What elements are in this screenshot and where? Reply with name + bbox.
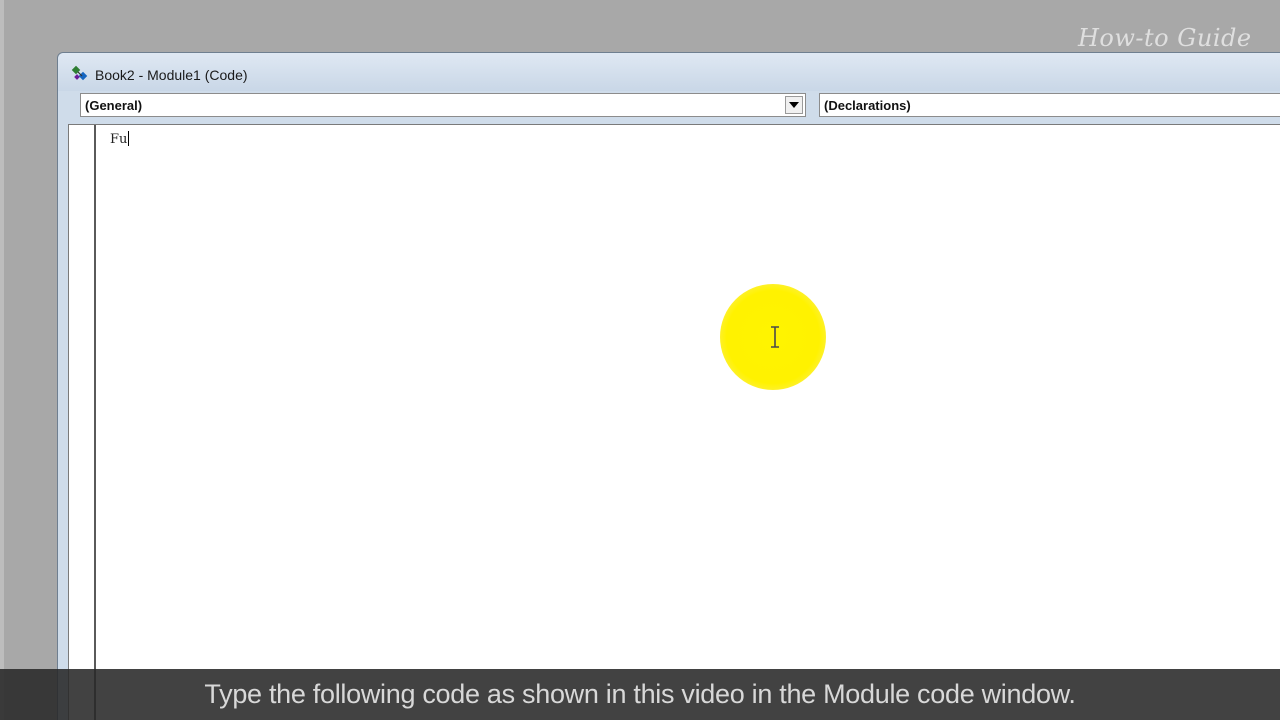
watermark: How-to Guide	[1078, 24, 1252, 52]
procedure-dropdown-value: (Declarations)	[824, 98, 911, 113]
procedure-dropdown[interactable]: (Declarations)	[819, 93, 1280, 117]
margin-indicator-bar[interactable]	[69, 125, 96, 720]
i-beam-cursor-icon	[771, 326, 779, 348]
window-titlebar[interactable]: Book2 - Module1 (Code)	[58, 53, 1280, 91]
object-dropdown[interactable]: (General)	[80, 93, 806, 117]
code-editor[interactable]: Fu	[68, 124, 1280, 720]
window-title: Book2 - Module1 (Code)	[95, 67, 248, 83]
screen: How-to Guide Book2 - Module1 (Code) (Gen…	[0, 0, 1280, 720]
code-line[interactable]: Fu	[110, 131, 130, 147]
desktop-edge	[0, 0, 4, 720]
caption-bar: Type the following code as shown in this…	[0, 669, 1280, 720]
text-caret	[128, 131, 130, 146]
caption-text: Type the following code as shown in this…	[204, 679, 1076, 709]
code-line-text: Fu	[110, 132, 128, 147]
vba-module-icon	[70, 64, 90, 84]
object-dropdown-value: (General)	[85, 98, 143, 113]
module-code-window[interactable]: Book2 - Module1 (Code) (General) (Declar…	[57, 52, 1280, 720]
dropdown-arrow-button[interactable]	[785, 96, 803, 114]
chevron-down-icon	[789, 102, 799, 108]
